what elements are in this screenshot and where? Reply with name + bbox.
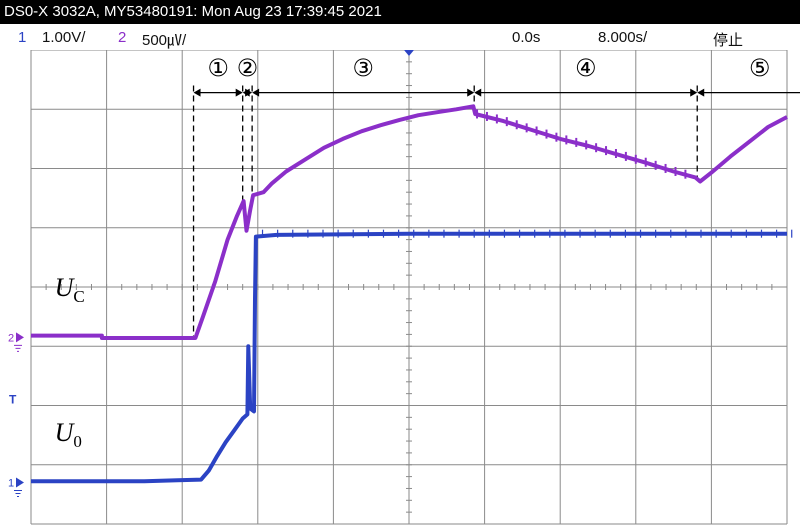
oscilloscope-display: ①② ③ ④ ⑤ UC U0 2 1 T	[8, 50, 800, 525]
channel-2-scale: 500㎶/	[142, 32, 187, 49]
phase-label: ④	[575, 54, 597, 82]
phase-label: ②	[237, 54, 259, 82]
phase-arrow-head-left	[474, 88, 482, 97]
label-u0: U0	[55, 418, 82, 451]
channel-ground-label: 1	[8, 478, 14, 490]
oscilloscope-title-bar: DS0-X 3032A, MY53480191: Mon Aug 23 17:3…	[0, 0, 800, 24]
time-scale: 8.000s/	[598, 29, 648, 46]
channel-1-scale: 1.00V/	[42, 29, 86, 46]
trigger-level-marker: T	[9, 393, 17, 407]
phase-arrow-head-right	[235, 88, 243, 97]
channel-ground-label: 2	[8, 332, 14, 344]
channel-ground-marker	[16, 477, 24, 488]
run-state: 停止	[713, 32, 744, 49]
channel-1-number: 1	[18, 29, 27, 46]
phase-label: ①	[207, 54, 229, 82]
trace-labels: UC U0	[55, 273, 85, 451]
phase-arrow-head-left	[193, 88, 201, 97]
time-delay: 0.0s	[512, 29, 541, 46]
phase-arrow-head-left	[252, 88, 260, 97]
ground-symbol-icon	[14, 490, 22, 498]
phase-arrow-head-right	[690, 88, 698, 97]
graticule	[30, 50, 788, 525]
phase-label: ③	[352, 54, 374, 82]
phase-arrow-head-left	[697, 88, 705, 97]
channel-ground-marker	[16, 332, 24, 343]
phase-arrow-head-right	[467, 88, 475, 97]
ground-symbol-icon	[14, 344, 22, 352]
phase-label: ⑤	[749, 54, 771, 82]
channel-markers: 2 1 T	[8, 332, 24, 498]
status-bar: 1 1.00V/ 2 500㎶/ 0.0s 8.000s/ 停止	[0, 24, 800, 50]
label-uc: UC	[55, 273, 85, 306]
channel-2-number: 2	[118, 29, 127, 46]
phase-markers: ①② ③ ④ ⑤	[192, 54, 800, 338]
trigger-position-marker	[404, 50, 414, 56]
waveform-traces	[31, 104, 793, 484]
